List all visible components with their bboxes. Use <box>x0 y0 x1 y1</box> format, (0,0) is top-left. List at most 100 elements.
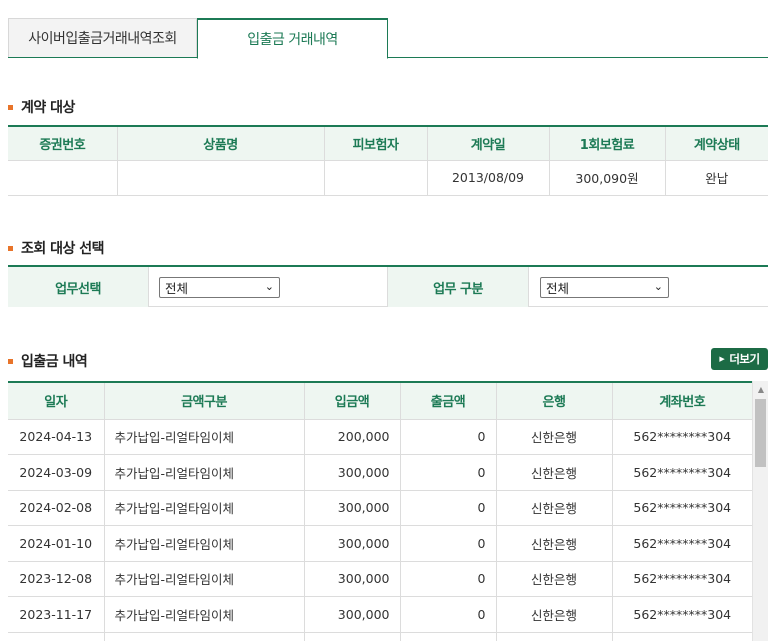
cell-insured <box>324 160 428 196</box>
table-row: 2024-03-09 추가납입-리얼타임이체 300,000 0 신한은행 56… <box>8 454 752 491</box>
category-select-value: 전체 <box>546 281 570 296</box>
cell-withdrawal <box>400 632 497 641</box>
cell-policy-number <box>8 160 118 196</box>
cell-amount-type: 추가납입-리얼타임이체 <box>104 419 305 455</box>
query-section-title: 조회 대상 선택 <box>8 238 105 258</box>
contract-section-title: 계약 대상 <box>8 97 75 117</box>
cell-bank: 신한은행 <box>496 419 613 455</box>
cell-withdrawal: 0 <box>400 525 497 562</box>
col-bank: 은행 <box>496 383 613 420</box>
query-title-text: 조회 대상 선택 <box>21 241 105 257</box>
cell-deposit: 300,000 <box>304 596 401 633</box>
bullet-icon <box>8 358 13 364</box>
col-deposit: 입금액 <box>304 383 401 420</box>
cell-account-number: 562********304 <box>612 490 752 526</box>
cell-deposit <box>304 632 401 641</box>
history-section-title: 입출금 내역 <box>8 351 88 371</box>
col-contract-status: 계약상태 <box>665 126 768 161</box>
cell-date: 2023-11-17 <box>8 596 105 633</box>
divider <box>148 267 149 307</box>
more-button[interactable]: ▶ 더보기 <box>711 348 768 370</box>
cell-bank <box>496 632 613 641</box>
history-title-text: 입출금 내역 <box>21 354 88 370</box>
business-select[interactable]: 전체 ⌄ <box>159 277 280 298</box>
cell-bank: 신한은행 <box>496 561 613 597</box>
cell-account-number: 562********304 <box>612 419 752 455</box>
cell-date: 2024-04-13 <box>8 419 105 455</box>
col-withdrawal: 출금액 <box>400 383 497 420</box>
cell-amount-type <box>104 632 305 641</box>
business-select-value: 전체 <box>165 281 189 296</box>
col-account-number: 계좌번호 <box>612 383 752 420</box>
contract-title-text: 계약 대상 <box>21 100 75 116</box>
tab-deposit-withdrawal[interactable]: 입출금 거래내역 <box>197 18 388 59</box>
contract-table: 증권번호 상품명 피보험자 계약일 1회보험료 계약상태 2013/08/09 … <box>8 125 768 196</box>
history-header-row: 일자 금액구분 입금액 출금액 은행 계좌번호 <box>8 383 752 420</box>
cell-amount-type: 추가납입-리얼타임이체 <box>104 490 305 526</box>
cell-date: 2024-03-09 <box>8 454 105 491</box>
cell-account-number: 562********304 <box>612 454 752 491</box>
cell-account-number: 562********304 <box>612 596 752 633</box>
business-select-label: 업무선택 <box>8 267 148 307</box>
cell-amount-type: 추가납입-리얼타임이체 <box>104 525 305 562</box>
cell-bank: 신한은행 <box>496 490 613 526</box>
table-row: 2024-04-13 추가납입-리얼타임이체 200,000 0 신한은행 56… <box>8 419 752 455</box>
col-policy-number: 증권번호 <box>8 126 118 161</box>
cell-deposit: 300,000 <box>304 561 401 597</box>
cell-bank: 신한은행 <box>496 596 613 633</box>
bullet-icon <box>8 245 13 251</box>
cell-contract-status: 완납 <box>665 160 768 196</box>
table-row <box>8 632 752 641</box>
tab-cyber-history[interactable]: 사이버입출금거래내역조회 <box>8 18 197 57</box>
cell-deposit: 200,000 <box>304 419 401 455</box>
contract-header-row: 증권번호 상품명 피보험자 계약일 1회보험료 계약상태 <box>8 126 768 161</box>
cell-withdrawal: 0 <box>400 596 497 633</box>
tab-bar: 사이버입출금거래내역조회 입출금 거래내역 <box>8 18 768 59</box>
col-amount-type: 금액구분 <box>104 383 305 420</box>
chevron-down-icon: ⌄ <box>264 280 274 293</box>
col-contract-date: 계약일 <box>427 126 550 161</box>
cell-contract-date: 2013/08/09 <box>427 160 550 196</box>
cell-date <box>8 632 105 641</box>
cell-deposit: 300,000 <box>304 490 401 526</box>
cell-date: 2024-01-10 <box>8 525 105 562</box>
divider <box>528 267 529 307</box>
cell-amount-type: 추가납입-리얼타임이체 <box>104 596 305 633</box>
query-panel: 업무선택 전체 ⌄ 업무 구분 전체 ⌄ <box>8 265 768 307</box>
cell-withdrawal: 0 <box>400 419 497 455</box>
cell-withdrawal: 0 <box>400 490 497 526</box>
category-select[interactable]: 전체 ⌄ <box>540 277 669 298</box>
table-row: 2023-11-17 추가납입-리얼타임이체 300,000 0 신한은행 56… <box>8 596 752 633</box>
history-table: 일자 금액구분 입금액 출금액 은행 계좌번호 2024-04-13 추가납입-… <box>8 383 752 641</box>
table-row: 2023-12-08 추가납입-리얼타임이체 300,000 0 신한은행 56… <box>8 561 752 597</box>
cell-premium: 300,090원 <box>549 160 666 196</box>
table-row: 2024-01-10 추가납입-리얼타임이체 300,000 0 신한은행 56… <box>8 525 752 562</box>
cell-account-number: 562********304 <box>612 525 752 562</box>
cell-account-number: 562********304 <box>612 561 752 597</box>
cell-amount-type: 추가납입-리얼타임이체 <box>104 561 305 597</box>
contract-row: 2013/08/09 300,090원 완납 <box>8 160 768 196</box>
col-date: 일자 <box>8 383 105 420</box>
cell-withdrawal: 0 <box>400 454 497 491</box>
cell-bank: 신한은행 <box>496 454 613 491</box>
cell-bank: 신한은행 <box>496 525 613 562</box>
bullet-icon <box>8 104 13 110</box>
cell-amount-type: 추가납입-리얼타임이체 <box>104 454 305 491</box>
vertical-scrollbar[interactable]: ▲ <box>752 381 768 641</box>
table-row: 2024-02-08 추가납입-리얼타임이체 300,000 0 신한은행 56… <box>8 490 752 526</box>
col-insured: 피보험자 <box>324 126 428 161</box>
chevron-down-icon: ⌄ <box>653 280 663 293</box>
cell-withdrawal: 0 <box>400 561 497 597</box>
category-select-label: 업무 구분 <box>388 267 528 307</box>
cell-deposit: 300,000 <box>304 454 401 491</box>
scroll-thumb[interactable] <box>755 399 766 467</box>
cell-account-number <box>612 632 752 641</box>
cell-product-name <box>117 160 325 196</box>
col-product-name: 상품명 <box>117 126 325 161</box>
cell-date: 2024-02-08 <box>8 490 105 526</box>
scroll-up-arrow-icon[interactable]: ▲ <box>753 383 769 397</box>
more-button-label: 더보기 <box>729 352 760 366</box>
history-table-container[interactable]: 일자 금액구분 입금액 출금액 은행 계좌번호 2024-04-13 추가납입-… <box>8 381 768 641</box>
cell-deposit: 300,000 <box>304 525 401 562</box>
col-premium: 1회보험료 <box>549 126 666 161</box>
